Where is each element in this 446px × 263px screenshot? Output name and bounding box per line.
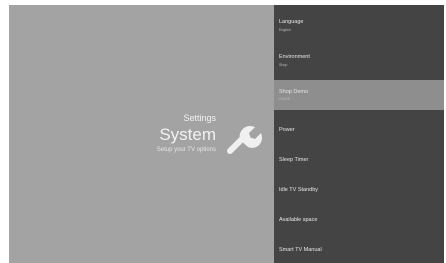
menu-item-value: On/Off — [279, 97, 290, 101]
page-description: Setup your TV options — [156, 147, 216, 153]
wrench-icon — [227, 126, 262, 154]
menu-item-label: Shop Demo — [279, 89, 309, 95]
menu-item-label: Power — [279, 127, 295, 133]
menu-item-idle-tv-standby[interactable]: Idle TV Standby — [274, 175, 444, 205]
page-title: System — [159, 125, 216, 144]
menu-item-language[interactable]: Language English — [274, 10, 444, 40]
menu-item-sleep-timer[interactable]: Sleep Timer — [274, 145, 444, 175]
menu-item-power[interactable]: Power — [274, 115, 444, 145]
settings-menu: Language English Environment Shop Shop D… — [274, 5, 444, 263]
menu-item-environment[interactable]: Environment Shop — [274, 45, 444, 75]
settings-hero: Settings System Setup your TV options — [9, 5, 274, 263]
menu-item-label: Smart TV Manual — [279, 247, 322, 253]
menu-item-available-space[interactable]: Available space — [274, 205, 444, 235]
hero-text-block: Settings System Setup your TV options — [157, 113, 216, 154]
section-label: Settings — [183, 113, 216, 123]
menu-item-label: Available space — [279, 217, 318, 223]
menu-item-value: Shop — [279, 63, 288, 67]
menu-item-label: Sleep Timer — [279, 157, 309, 163]
tv-screen: Settings System Setup your TV options La… — [9, 5, 444, 263]
menu-item-smart-tv-manual[interactable]: Smart TV Manual — [274, 235, 444, 263]
menu-item-value: English — [279, 28, 291, 32]
menu-item-label: Idle TV Standby — [279, 187, 319, 193]
menu-item-shop-demo[interactable]: Shop Demo On/Off — [274, 80, 444, 110]
menu-item-label: Language — [279, 19, 304, 25]
menu-item-label: Environment — [279, 54, 310, 60]
